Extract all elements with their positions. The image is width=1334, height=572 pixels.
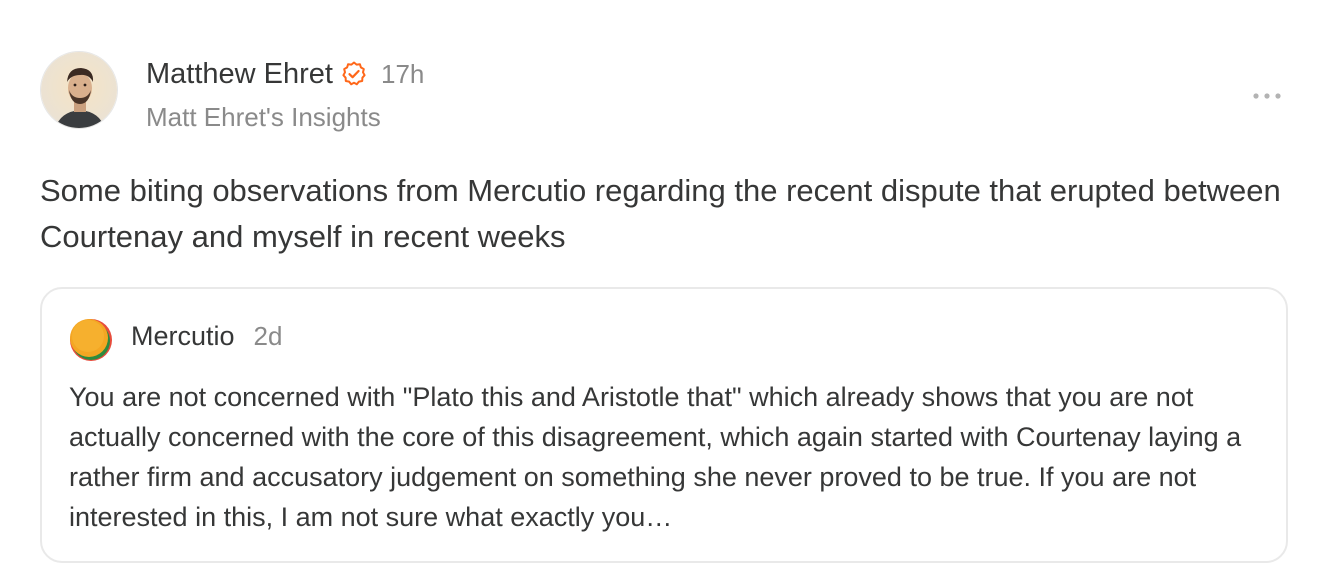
more-options-button[interactable]	[1250, 86, 1284, 106]
post-body: Some biting observations from Mercutio r…	[40, 173, 1281, 254]
quote-author-name[interactable]: Mercutio	[131, 321, 235, 352]
post-timestamp[interactable]: 17h	[381, 59, 424, 90]
quote-header: Mercutio 2d	[131, 321, 282, 352]
author-avatar-image	[41, 52, 117, 128]
author-line: Matthew Ehret 17h	[146, 56, 424, 92]
quote-author-avatar[interactable]	[69, 317, 113, 361]
publication-name[interactable]: Matt Ehret's Insights	[146, 102, 381, 133]
author-avatar[interactable]	[40, 51, 118, 129]
quote-timestamp[interactable]: 2d	[254, 321, 283, 352]
more-horizontal-icon	[1253, 93, 1281, 99]
mercutio-logo-icon	[70, 319, 112, 361]
quoted-note-card[interactable]: Mercutio 2d You are not concerned with "…	[40, 287, 1288, 563]
verified-check-icon	[341, 61, 367, 87]
quote-text: You are not concerned with "Plato this a…	[69, 382, 1242, 532]
author-name[interactable]: Matthew Ehret	[146, 58, 333, 91]
